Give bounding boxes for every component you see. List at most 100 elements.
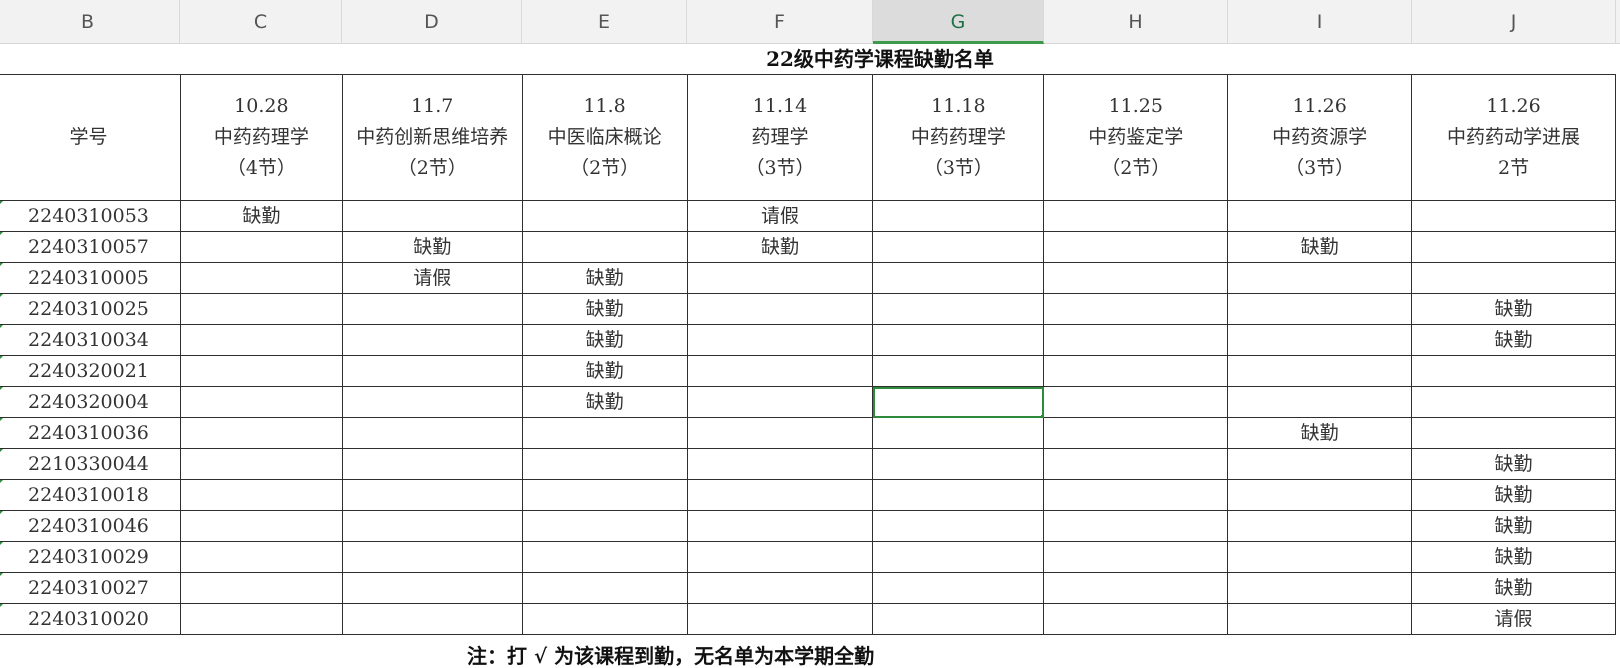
- attendance-cell[interactable]: [686, 355, 874, 387]
- attendance-cell[interactable]: [1227, 386, 1413, 418]
- attendance-cell[interactable]: 缺勤: [1411, 479, 1616, 511]
- attendance-cell[interactable]: 缺勤: [1411, 324, 1616, 356]
- attendance-cell[interactable]: [1411, 262, 1616, 294]
- student-id-cell[interactable]: 2240310020: [0, 603, 181, 635]
- attendance-cell[interactable]: [1043, 262, 1229, 294]
- attendance-cell[interactable]: [1411, 231, 1616, 263]
- attendance-cell[interactable]: [1411, 386, 1616, 418]
- column-header-i[interactable]: I: [1228, 0, 1412, 44]
- attendance-cell[interactable]: [686, 510, 874, 542]
- attendance-cell[interactable]: [1227, 293, 1413, 325]
- attendance-cell[interactable]: [686, 448, 874, 480]
- attendance-cell[interactable]: [1227, 200, 1413, 232]
- attendance-cell[interactable]: 请假: [1411, 603, 1616, 635]
- attendance-cell[interactable]: [686, 262, 874, 294]
- student-id-cell[interactable]: 2240320004: [0, 386, 181, 418]
- attendance-cell[interactable]: [1043, 386, 1229, 418]
- attendance-cell[interactable]: [1043, 572, 1229, 604]
- column-header-f[interactable]: F: [687, 0, 873, 44]
- attendance-cell[interactable]: 缺勤: [1411, 572, 1616, 604]
- attendance-cell[interactable]: [1043, 293, 1229, 325]
- attendance-cell[interactable]: [179, 541, 343, 573]
- student-id-cell[interactable]: 2240310046: [0, 510, 181, 542]
- header-course-7[interactable]: 11.26 中药资源学 （3节）: [1227, 74, 1413, 201]
- column-header-g[interactable]: G: [873, 0, 1044, 44]
- attendance-cell[interactable]: 缺勤: [1411, 293, 1616, 325]
- attendance-cell[interactable]: [341, 355, 523, 387]
- student-id-cell[interactable]: 2240310005: [0, 262, 181, 294]
- attendance-cell[interactable]: [341, 293, 523, 325]
- attendance-cell[interactable]: [1227, 541, 1413, 573]
- attendance-cell[interactable]: [1043, 479, 1229, 511]
- student-id-cell[interactable]: 2240310027: [0, 572, 181, 604]
- attendance-cell[interactable]: [1227, 510, 1413, 542]
- attendance-cell[interactable]: [872, 355, 1045, 387]
- attendance-cell[interactable]: [1227, 355, 1413, 387]
- attendance-cell[interactable]: [521, 231, 688, 263]
- attendance-cell[interactable]: [341, 541, 523, 573]
- attendance-cell[interactable]: [179, 479, 343, 511]
- attendance-cell[interactable]: 缺勤: [521, 386, 688, 418]
- attendance-cell[interactable]: [872, 262, 1045, 294]
- student-id-cell[interactable]: 2240310034: [0, 324, 181, 356]
- attendance-cell[interactable]: [686, 324, 874, 356]
- attendance-cell[interactable]: 缺勤: [521, 293, 688, 325]
- attendance-cell[interactable]: 缺勤: [521, 324, 688, 356]
- student-id-cell[interactable]: 2240310057: [0, 231, 181, 263]
- attendance-cell[interactable]: [521, 479, 688, 511]
- attendance-cell[interactable]: [179, 386, 343, 418]
- attendance-cell[interactable]: [1227, 572, 1413, 604]
- attendance-cell[interactable]: [872, 541, 1045, 573]
- attendance-cell[interactable]: [1043, 417, 1229, 449]
- attendance-cell[interactable]: [872, 417, 1045, 449]
- attendance-cell[interactable]: [179, 510, 343, 542]
- column-header-e[interactable]: E: [522, 0, 687, 44]
- attendance-cell[interactable]: 缺勤: [1227, 231, 1413, 263]
- attendance-cell[interactable]: [521, 448, 688, 480]
- attendance-cell[interactable]: [1043, 200, 1229, 232]
- attendance-cell[interactable]: [521, 572, 688, 604]
- header-course-6[interactable]: 11.25 中药鉴定学 （2节）: [1043, 74, 1229, 201]
- attendance-cell[interactable]: [341, 479, 523, 511]
- column-header-h[interactable]: H: [1044, 0, 1228, 44]
- attendance-cell[interactable]: [1043, 541, 1229, 573]
- student-id-cell[interactable]: 2240310053: [0, 200, 181, 232]
- attendance-cell[interactable]: [872, 448, 1045, 480]
- student-id-cell[interactable]: 2210330044: [0, 448, 181, 480]
- attendance-cell[interactable]: 缺勤: [686, 231, 874, 263]
- attendance-cell[interactable]: [686, 417, 874, 449]
- attendance-cell[interactable]: 缺勤: [1411, 448, 1616, 480]
- attendance-cell[interactable]: [872, 510, 1045, 542]
- attendance-cell[interactable]: [179, 231, 343, 263]
- attendance-cell[interactable]: [179, 262, 343, 294]
- attendance-cell[interactable]: [686, 479, 874, 511]
- attendance-cell[interactable]: 请假: [686, 200, 874, 232]
- attendance-cell[interactable]: [1411, 355, 1616, 387]
- header-course-4[interactable]: 11.14 药理学 （3节）: [686, 74, 874, 201]
- attendance-cell[interactable]: 缺勤: [179, 200, 343, 232]
- attendance-cell[interactable]: [341, 200, 523, 232]
- column-header-j[interactable]: J: [1412, 0, 1616, 44]
- attendance-cell[interactable]: [341, 603, 523, 635]
- attendance-cell[interactable]: [1227, 603, 1413, 635]
- header-course-8[interactable]: 11.26 中药药动学进展 2节: [1411, 74, 1616, 201]
- student-id-cell[interactable]: 2240310029: [0, 541, 181, 573]
- attendance-cell[interactable]: [341, 572, 523, 604]
- attendance-cell[interactable]: [521, 603, 688, 635]
- attendance-cell[interactable]: [341, 510, 523, 542]
- attendance-cell[interactable]: 缺勤: [521, 262, 688, 294]
- attendance-cell[interactable]: [686, 386, 874, 418]
- header-course-2[interactable]: 11.7 中药创新思维培养 （2节）: [341, 74, 523, 201]
- attendance-cell[interactable]: [179, 355, 343, 387]
- header-course-5[interactable]: 11.18 中药药理学 （3节）: [872, 74, 1045, 201]
- attendance-cell[interactable]: [872, 572, 1045, 604]
- attendance-cell[interactable]: [1227, 448, 1413, 480]
- attendance-cell[interactable]: [521, 510, 688, 542]
- attendance-cell[interactable]: [1043, 231, 1229, 263]
- attendance-cell[interactable]: 缺勤: [1227, 417, 1413, 449]
- attendance-cell[interactable]: [1227, 479, 1413, 511]
- student-id-cell[interactable]: 2240310018: [0, 479, 181, 511]
- attendance-cell[interactable]: [686, 572, 874, 604]
- attendance-cell[interactable]: [341, 324, 523, 356]
- attendance-cell[interactable]: [179, 417, 343, 449]
